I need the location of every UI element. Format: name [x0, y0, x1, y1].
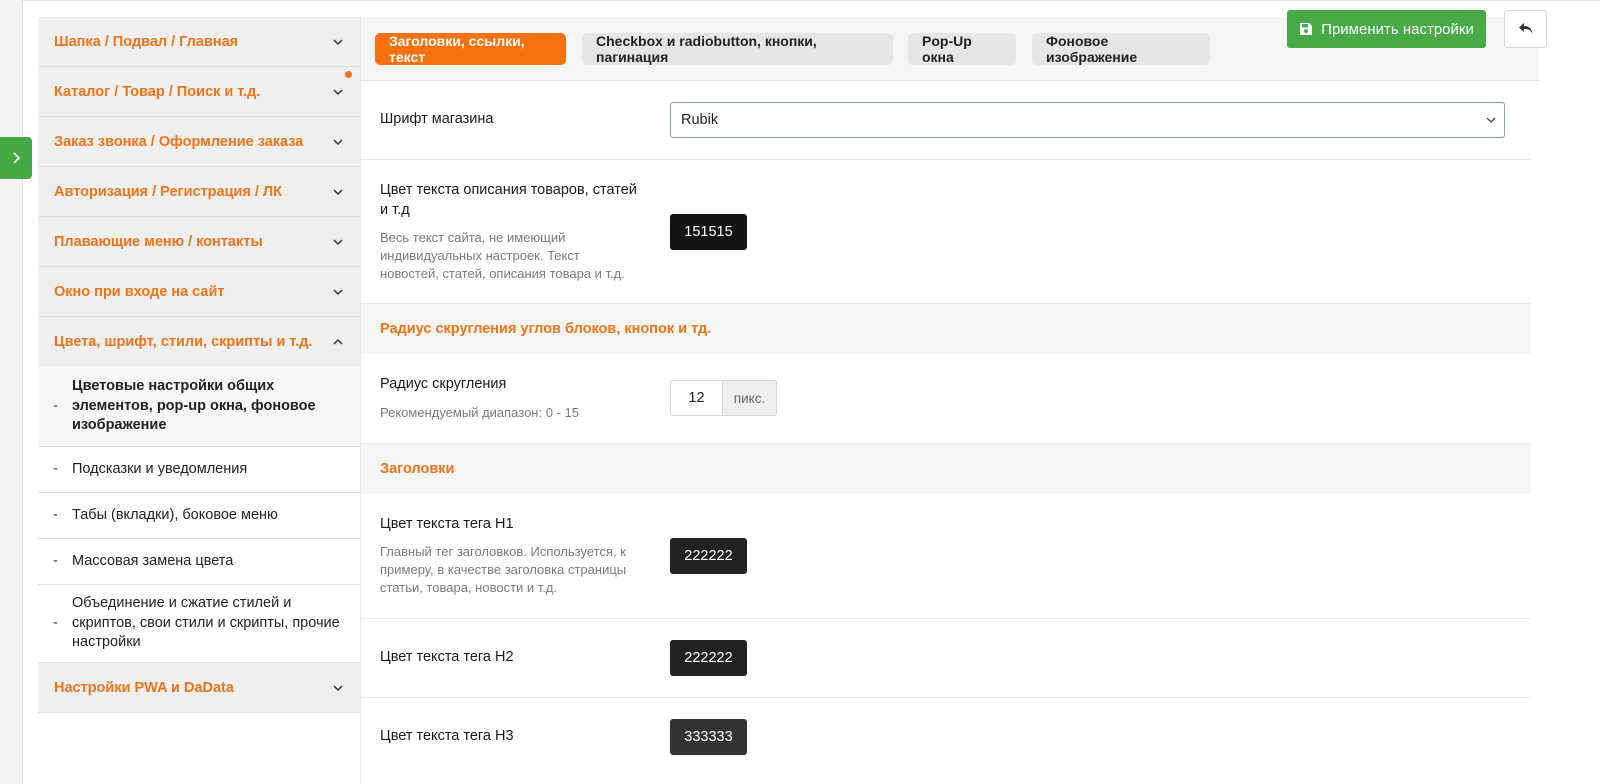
chevron-down-icon [333, 288, 343, 295]
sidebar-subitem-label: Цветовые настройки общих элементов, pop-… [72, 378, 316, 434]
sidebar-subitem-label: Подсказки и уведомления [72, 460, 248, 477]
color-value: 333333 [684, 729, 733, 745]
font-select[interactable]: Rubik [670, 102, 1505, 138]
apply-settings-label: Применить настройки [1321, 20, 1474, 38]
setting-hint: Весь текст сайта, не имеющий индивидуаль… [380, 230, 625, 281]
chevron-right-icon [13, 152, 21, 164]
tab-label: Заголовки, ссылки, текст [389, 33, 525, 65]
sidebar-subitem-label: Объединение и сжатие стилей и скриптов, … [72, 595, 340, 651]
setting-label: Цвет текста тега H3 [380, 728, 514, 744]
h2-color-setting-row: Цвет текста тега H2 222222 [361, 619, 1531, 698]
radius-unit-label: пикс. [733, 390, 766, 406]
radius-setting-row: Радиус скругления Рекомендуемый диапазон… [361, 354, 1531, 444]
notification-dot [345, 71, 352, 78]
sidebar-subitem-label: Табы (вкладки), боковое меню [72, 506, 278, 523]
tab-headings-links-text[interactable]: Заголовки, ссылки, текст [375, 33, 566, 65]
sidebar-subitem-styles-scripts[interactable]: - Объединение и сжатие стилей и скриптов… [38, 585, 360, 663]
section-heading-headings: Заголовки [361, 444, 1531, 494]
sidebar-section-pwa[interactable]: Настройки PWA и DaData [38, 663, 360, 713]
text-color-swatch[interactable]: 151515 [670, 214, 747, 250]
tab-label: Pop-Up окна [922, 33, 972, 65]
chevron-up-icon [333, 338, 343, 345]
tab-label: Фоновое изображение [1046, 33, 1138, 65]
chevron-down-icon [333, 38, 343, 45]
section-heading-text: Радиус скругления углов блоков, кнопок и… [380, 321, 712, 337]
sidebar-subitem-color-settings[interactable]: - Цветовые настройки общих элементов, po… [38, 367, 360, 447]
section-heading-radius: Радиус скругления углов блоков, кнопок и… [361, 304, 1531, 354]
sidebar: Шапка / Подвал / Главная Каталог / Товар… [38, 17, 360, 723]
radius-unit: пикс. [722, 380, 777, 416]
chevron-down-icon [333, 684, 343, 691]
setting-label: Цвет текста тега H1 [380, 516, 514, 532]
sidebar-section-label: Настройки PWA и DaData [54, 679, 234, 696]
color-value: 222222 [684, 548, 733, 564]
radius-input-group: 12 пикс. [670, 380, 777, 416]
chevron-down-icon [333, 138, 343, 145]
text-color-setting-row: Цвет текста описания товаров, статей и т… [361, 160, 1531, 304]
h3-color-setting-row: Цвет текста тега H3 333333 [361, 698, 1531, 784]
undo-icon [1518, 23, 1532, 34]
sidebar-section-label: Каталог / Товар / Поиск и т.д. [54, 83, 261, 100]
sidebar-subitem-tabs[interactable]: - Табы (вкладки), боковое меню [38, 493, 360, 539]
list-dash: - [53, 614, 58, 631]
tab-popup-windows[interactable]: Pop-Up окна [908, 33, 1016, 65]
chevron-down-icon [333, 238, 343, 245]
sidebar-toggle-button[interactable] [0, 137, 32, 179]
setting-label: Шрифт магазина [380, 111, 494, 127]
setting-hint: Рекомендуемый диапазон: 0 - 15 [380, 405, 579, 420]
setting-label: Радиус скругления [380, 376, 507, 392]
radius-value: 12 [688, 390, 705, 406]
setting-hint: Главный тег заголовков. Используется, к … [380, 544, 627, 595]
h1-color-swatch[interactable]: 222222 [670, 538, 747, 574]
sidebar-section-orders[interactable]: Заказ звонка / Оформление заказа [38, 117, 360, 167]
sidebar-section-label: Цвета, шрифт, стили, скрипты и т.д. [54, 334, 313, 350]
sidebar-section-header-footer[interactable]: Шапка / Подвал / Главная [38, 17, 360, 67]
sidebar-section-label: Шапка / Подвал / Главная [54, 33, 239, 50]
sidebar-subitem-label: Массовая замена цвета [72, 552, 234, 569]
tab-checkbox-buttons[interactable]: Checkbox и radiobutton, кнопки, пагинаци… [582, 33, 893, 65]
sidebar-submenu: - Цветовые настройки общих элементов, po… [38, 367, 360, 663]
h3-color-swatch[interactable]: 333333 [670, 719, 747, 755]
color-value: 151515 [684, 224, 733, 240]
h1-color-setting-row: Цвет текста тега H1 Главный тег заголовк… [361, 494, 1531, 619]
h2-color-swatch[interactable]: 222222 [670, 640, 747, 676]
color-value: 222222 [684, 650, 733, 666]
chevron-down-icon [333, 188, 343, 195]
sidebar-section-label: Плавающие меню / контакты [54, 233, 263, 250]
list-dash: - [53, 506, 58, 523]
chevron-down-icon [1486, 117, 1496, 123]
font-select-value: Rubik [681, 112, 719, 128]
sidebar-section-auth[interactable]: Авторизация / Регистрация / ЛК [38, 167, 360, 217]
sidebar-section-welcome-window[interactable]: Окно при входе на сайт [38, 267, 360, 317]
setting-label: Цвет текста описания товаров, статей и т… [380, 182, 637, 218]
list-dash: - [53, 552, 58, 569]
chevron-down-icon [333, 88, 343, 95]
list-dash: - [53, 460, 58, 477]
sidebar-subitem-hints[interactable]: - Подсказки и уведомления [38, 447, 360, 493]
sidebar-subitem-mass-color[interactable]: - Массовая замена цвета [38, 539, 360, 585]
sidebar-section-floating-menu[interactable]: Плавающие меню / контакты [38, 217, 360, 267]
sidebar-section-catalog[interactable]: Каталог / Товар / Поиск и т.д. [38, 67, 360, 117]
sidebar-section-label: Заказ звонка / Оформление заказа [54, 133, 304, 150]
tab-label: Checkbox и radiobutton, кнопки, пагинаци… [596, 33, 817, 65]
sidebar-section-label: Авторизация / Регистрация / ЛК [54, 183, 282, 200]
sidebar-section-colors[interactable]: Цвета, шрифт, стили, скрипты и т.д. [38, 317, 360, 367]
tab-background-image[interactable]: Фоновое изображение [1032, 33, 1210, 65]
sidebar-section-label: Окно при входе на сайт [54, 283, 225, 300]
undo-button[interactable] [1504, 10, 1547, 48]
list-dash: - [53, 397, 58, 414]
radius-input[interactable]: 12 [670, 380, 722, 416]
save-icon [1300, 23, 1313, 35]
settings-content: Заголовки, ссылки, текст Checkbox и radi… [360, 17, 1539, 784]
font-setting-row: Шрифт магазина Rubik [361, 81, 1531, 160]
section-heading-text: Заголовки [380, 461, 455, 477]
apply-settings-button[interactable]: Применить настройки [1287, 10, 1486, 48]
setting-label: Цвет текста тега H2 [380, 649, 514, 665]
